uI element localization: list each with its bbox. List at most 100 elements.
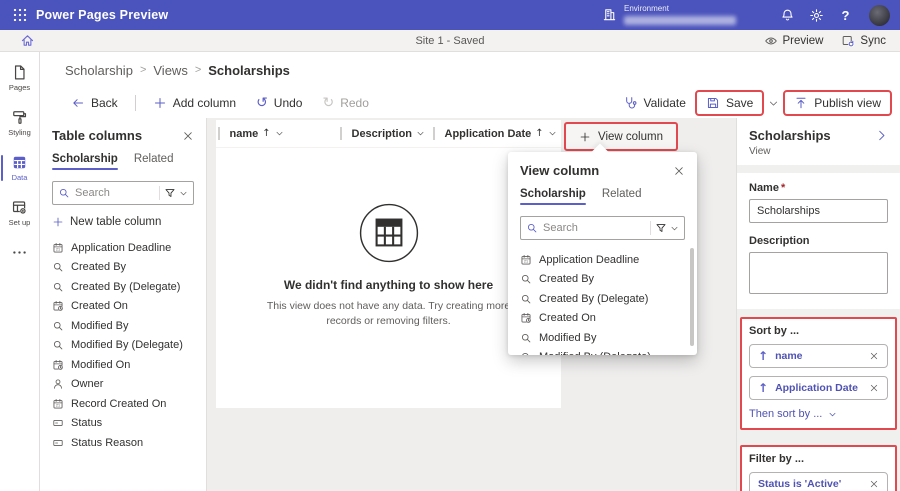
sort-ascending-icon: ↑ [262, 127, 271, 139]
view-column-button[interactable]: View column [564, 122, 678, 151]
save-icon [706, 96, 720, 110]
chevron-down-icon [416, 129, 425, 138]
notifications-icon[interactable] [780, 8, 795, 23]
app-launcher-icon[interactable] [12, 7, 28, 23]
column-list-item[interactable]: Modified On [52, 355, 194, 375]
tab-scholarship[interactable]: Scholarship [52, 153, 118, 170]
new-table-column-button[interactable]: New table column [52, 216, 194, 228]
nav-item[interactable] [0, 240, 40, 267]
pages-icon [11, 64, 28, 81]
column-label: Status Reason [71, 436, 144, 449]
save-split-chevron[interactable] [764, 94, 783, 113]
column-label: Modified On [71, 358, 131, 371]
column-list-item[interactable]: 21 Application Deadline [52, 238, 194, 258]
close-icon[interactable] [673, 165, 685, 177]
grid-column-header[interactable]: Description ↑ [338, 120, 431, 147]
chevron-down-icon[interactable] [179, 189, 188, 198]
tab-related[interactable]: Related [134, 153, 174, 170]
popup-tab-related[interactable]: Related [602, 188, 642, 205]
environment-icon [602, 7, 617, 22]
breadcrumb-table[interactable]: Scholarship [65, 63, 133, 78]
popup-column-item[interactable]: Created By [520, 270, 685, 290]
preview-button[interactable]: Preview [764, 34, 823, 48]
column-list-item[interactable]: 21 Record Created On [52, 394, 194, 414]
popup-tab-scholarship[interactable]: Scholarship [520, 188, 586, 205]
publish-view-button[interactable]: Publish view [783, 90, 892, 116]
popup-column-item[interactable]: Created On [520, 309, 685, 329]
back-button[interactable]: Back [62, 92, 127, 114]
filter-funnel-icon[interactable] [655, 222, 667, 234]
environment-picker[interactable]: Environment [602, 4, 736, 25]
person-icon [52, 378, 64, 390]
calendar-clock-icon [52, 300, 64, 312]
settings-gear-icon[interactable] [809, 8, 824, 23]
required-asterisk: * [780, 182, 786, 194]
search-input[interactable] [75, 187, 155, 199]
add-column-button[interactable]: Add column [144, 92, 245, 114]
sort-chip[interactable]: ↑ name [749, 344, 888, 368]
toolbar-divider [134, 95, 136, 111]
popup-column-item[interactable]: 21 Application Deadline [520, 250, 685, 270]
column-label: Created By [539, 273, 595, 286]
column-label: Modified By [539, 331, 597, 344]
grid-column-header[interactable]: name ↑ [216, 120, 338, 147]
nav-item[interactable]: Data [0, 150, 40, 186]
popup-column-item[interactable]: Modified By [520, 328, 685, 348]
name-field[interactable] [749, 199, 888, 223]
nav-item[interactable]: Pages [0, 60, 40, 96]
sort-ascending-icon: ↑ [758, 349, 769, 363]
home-icon[interactable] [20, 33, 35, 48]
redo-button[interactable]: ↻ Redo [313, 92, 377, 114]
column-list-item[interactable]: Created On [52, 297, 194, 317]
remove-sort-icon[interactable] [869, 351, 879, 361]
column-list-item[interactable]: Created By [52, 258, 194, 278]
sync-button[interactable]: Sync [841, 34, 886, 48]
popup-search-input[interactable] [543, 222, 646, 234]
breadcrumb-separator: > [139, 64, 147, 76]
filter-funnel-icon[interactable] [164, 187, 176, 199]
breadcrumb-views[interactable]: Views [153, 63, 187, 78]
sort-by-label: Sort by ... [749, 325, 800, 337]
then-sort-label: Then sort by ... [749, 408, 823, 420]
column-list-item[interactable]: Created By (Delegate) [52, 277, 194, 297]
then-sort-by-button[interactable]: Then sort by ... [749, 408, 888, 420]
save-button[interactable]: Save [694, 90, 765, 116]
column-list-item[interactable]: Modified By [52, 316, 194, 336]
grid-column-header[interactable]: Application Date ↑ [431, 120, 561, 147]
search-icon [526, 222, 538, 234]
help-icon[interactable]: ? [838, 8, 853, 23]
chevron-down-icon[interactable] [670, 224, 679, 233]
chevron-down-icon [548, 129, 557, 138]
popup-scrollbar[interactable] [690, 248, 694, 346]
remove-filter-icon[interactable] [869, 479, 879, 489]
popup-column-item[interactable]: Created By (Delegate) [520, 289, 685, 309]
close-icon[interactable] [182, 130, 194, 142]
filter-chip-label: Status is 'Active' [758, 478, 842, 490]
column-list-item[interactable]: Owner [52, 375, 194, 395]
column-list-item[interactable]: Status Reason [52, 433, 194, 453]
remove-sort-icon[interactable] [869, 383, 879, 393]
validate-label: Validate [643, 96, 686, 110]
chevron-right-icon[interactable] [875, 129, 888, 142]
user-avatar[interactable] [869, 4, 890, 26]
sync-icon [841, 34, 855, 48]
filter-by-section: Filter by ... Status is 'Active' Edit fi… [740, 445, 897, 491]
nav-item-label: Pages [8, 83, 31, 92]
column-list-item[interactable]: Modified By (Delegate) [52, 336, 194, 356]
popup-search [520, 216, 685, 240]
breadcrumb-current: Scholarships [208, 62, 290, 78]
validate-button[interactable]: Validate [614, 92, 694, 114]
popup-column-item[interactable]: Modified By (Delegate) [520, 348, 685, 355]
filter-chip[interactable]: Status is 'Active' [749, 472, 888, 491]
column-label: Created By (Delegate) [539, 292, 649, 305]
setup-icon [11, 199, 28, 216]
nav-item[interactable]: Set up [0, 195, 40, 231]
column-list-item[interactable]: Status [52, 414, 194, 434]
column-list: 21 Application Deadline Created By Creat… [52, 238, 194, 453]
more-icon [11, 244, 28, 261]
undo-button[interactable]: ↺ Undo [247, 92, 311, 114]
sort-chip[interactable]: ↑ Application Date [749, 376, 888, 400]
description-field[interactable] [749, 252, 888, 294]
view-column-label: View column [598, 130, 663, 143]
nav-item[interactable]: Styling [0, 105, 40, 141]
